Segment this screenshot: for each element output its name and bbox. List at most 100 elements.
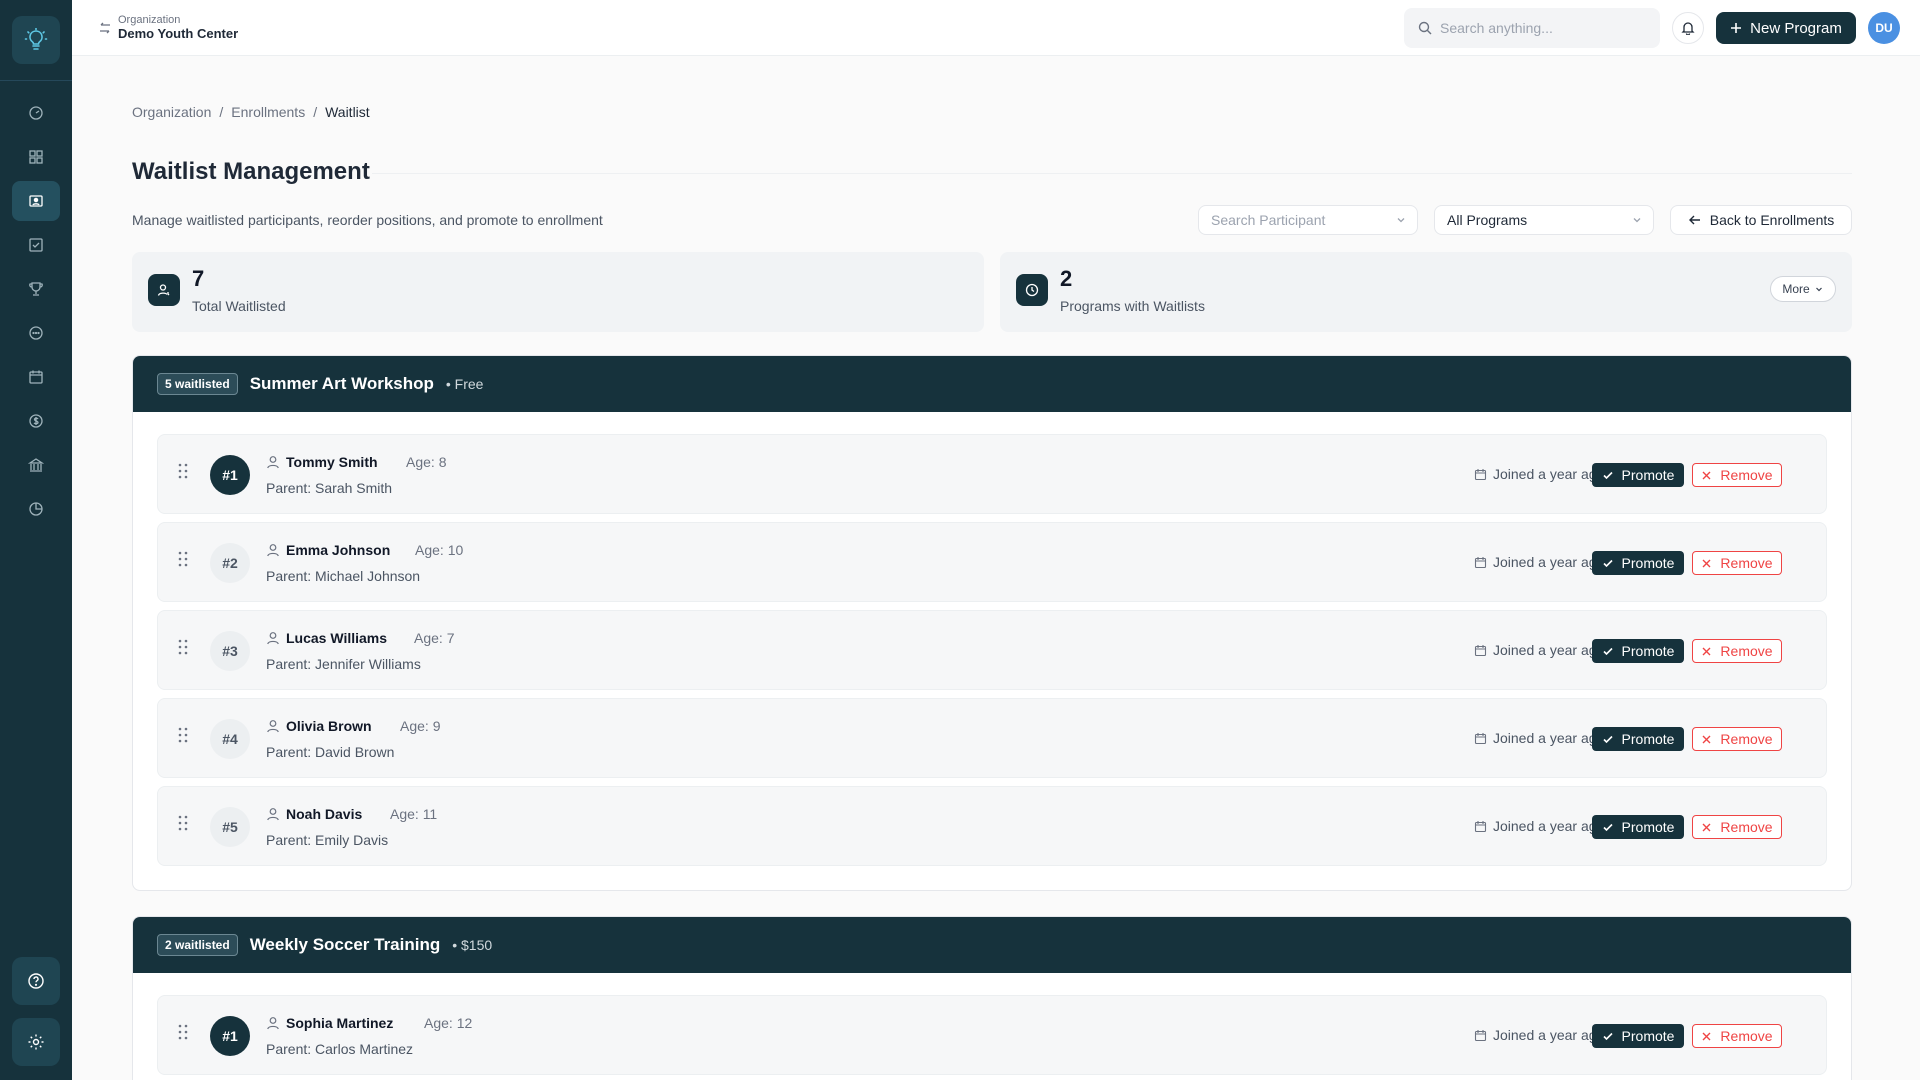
app-logo[interactable] [12,16,60,64]
drag-handle-icon[interactable] [178,639,188,655]
remove-button[interactable]: Remove [1692,639,1782,663]
calendar-icon [1474,644,1487,656]
program-name: Summer Art Workshop [249,374,434,393]
program-filter-select[interactable]: All Programs [1434,205,1654,235]
org-text: Organization Demo Youth Center [118,14,238,42]
program-header: 5 waitlisted Summer Art Workshop • Free [133,356,1851,412]
calendar-icon [1474,820,1487,832]
drag-handle-icon[interactable] [178,463,188,479]
promote-button[interactable]: Promote [1592,639,1684,663]
breadcrumb-organization[interactable]: Organization [132,104,211,120]
check-icon [1602,647,1613,656]
remove-label: Remove [1720,819,1773,835]
promote-button[interactable]: Promote [1592,463,1684,487]
position-badge: #1 [210,1016,250,1056]
back-to-enrollments-button[interactable]: Back to Enrollments [1670,205,1852,235]
stat-card-total-waitlisted: 7 Total Waitlisted [132,252,984,332]
remove-button[interactable]: Remove [1692,551,1782,575]
participant-age: Age: 11 [390,806,438,822]
drag-handle-icon[interactable] [178,727,188,743]
user-icon [267,808,279,821]
close-icon [1702,647,1711,655]
remove-button[interactable]: Remove [1692,463,1782,487]
drag-handle-icon[interactable] [178,815,188,831]
close-icon [1702,735,1711,743]
global-search[interactable] [1404,8,1660,48]
remove-button[interactable]: Remove [1692,727,1782,751]
check-icon [1602,735,1613,744]
waitlist-entry[interactable]: #5 Noah Davis Age: 11 Parent: Emily Davi… [157,786,1827,866]
top-bar: Organization Demo Youth Center New Progr… [72,0,1920,56]
sidebar-item-dashboard[interactable] [12,93,60,133]
close-icon [1702,1032,1711,1040]
organization-switcher[interactable]: Organization Demo Youth Center [98,14,238,42]
promote-button[interactable]: Promote [1592,815,1684,839]
user-avatar[interactable]: DU [1868,12,1900,44]
joined-text: Joined a year ago [1493,466,1605,482]
sidebar-item-programs[interactable] [12,137,60,177]
waitlist-entry[interactable]: #2 Emma Johnson Age: 10 Parent: Michael … [157,522,1827,602]
sidebar-item-tasks[interactable] [12,225,60,265]
promote-button[interactable]: Promote [1592,1024,1684,1048]
parent-name: Parent: Michael Johnson [266,568,421,584]
plus-icon [1731,23,1742,33]
user-icon [267,1017,279,1030]
promote-button[interactable]: Promote [1592,551,1684,575]
waitlist-entry[interactable]: #1 Tommy Smith Age: 8 Parent: Sarah Smit… [157,434,1827,514]
search-participant-select[interactable]: Search Participant [1198,205,1418,235]
breadcrumb-enrollments[interactable]: Enrollments [231,104,305,120]
sidebar-item-awards[interactable] [12,269,60,309]
participant-age: Age: 9 [400,718,441,734]
close-icon [1702,823,1711,831]
waitlist-entry[interactable]: #4 Olivia Brown Age: 9 Parent: David Bro… [157,698,1827,778]
promote-button[interactable]: Promote [1592,727,1684,751]
remove-label: Remove [1720,1028,1773,1044]
stat-icon-box [148,274,180,306]
chat-icon [29,326,43,340]
check-icon [1602,471,1613,480]
waitlist-entry[interactable]: #3 Lucas Williams Age: 7 Parent: Jennife… [157,610,1827,690]
position-badge: #4 [210,719,250,759]
program-waitlist-card: 5 waitlisted Summer Art Workshop • Free … [132,355,1852,891]
remove-button[interactable]: Remove [1692,1024,1782,1048]
settings-button[interactable] [12,1018,60,1066]
new-program-label: New Program [1750,19,1842,37]
global-search-input[interactable] [1440,20,1650,36]
breadcrumb-separator: / [219,104,224,120]
more-button[interactable]: More [1770,276,1836,302]
user-icon [267,456,279,469]
sidebar-item-payments[interactable] [12,401,60,441]
settings-icon [28,1034,44,1050]
program-price: • Free [445,376,484,392]
sidebar-item-organization[interactable] [12,445,60,485]
joined-text: Joined a year ago [1493,730,1605,746]
help-button[interactable] [12,957,60,1005]
program-waitlist-card: 2 waitlisted Weekly Soccer Training • $1… [132,916,1852,1080]
drag-handle-icon[interactable] [178,551,188,567]
sidebar-item-reports[interactable] [12,489,60,529]
participant-name: Noah Davis [286,806,363,822]
back-label: Back to Enrollments [1709,212,1835,228]
waitlist-entry[interactable]: #1 Sophia Martinez Age: 12 Parent: Carlo… [157,995,1827,1075]
sidebar-item-calendar[interactable] [12,357,60,397]
trophy-icon [29,282,43,296]
parent-name: Parent: Sarah Smith [266,480,393,496]
sidebar-item-messages[interactable] [12,313,60,353]
remove-button[interactable]: Remove [1692,815,1782,839]
joined-text: Joined a year ago [1493,818,1605,834]
sidebar-item-enrollments[interactable] [12,181,60,221]
drag-handle-icon[interactable] [178,1024,188,1040]
title-divider [372,173,1852,174]
program-header: 2 waitlisted Weekly Soccer Training • $1… [133,917,1851,973]
participant-name: Olivia Brown [286,718,372,734]
dashboard-icon [29,106,43,120]
org-name: Demo Youth Center [118,26,239,41]
new-program-button[interactable]: New Program [1716,12,1856,44]
joined-date: Joined a year ago [1474,730,1604,746]
dollar-icon [29,414,43,428]
sidebar [0,0,72,1080]
joined-date: Joined a year ago [1474,1027,1604,1043]
arrow-left-icon [1688,215,1700,225]
notifications-button[interactable] [1672,12,1704,44]
calendar-icon [1474,1029,1487,1041]
